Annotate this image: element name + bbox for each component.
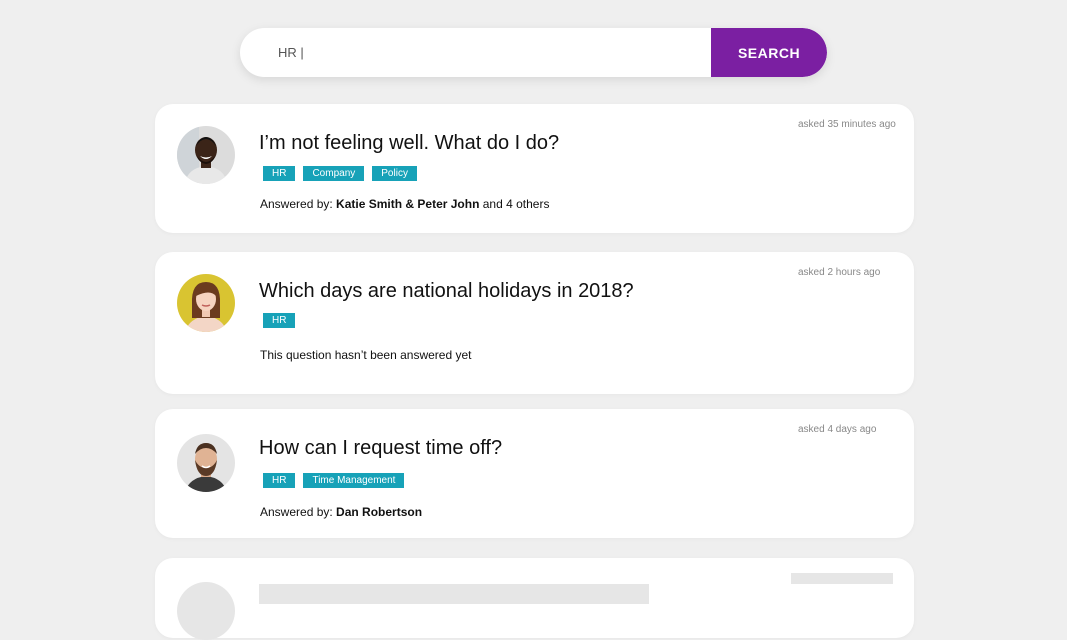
answered-by: Answered by: Katie Smith & Peter John an… <box>260 197 550 211</box>
tag[interactable]: HR <box>263 473 296 488</box>
tag[interactable]: Company <box>303 166 365 181</box>
search-input[interactable] <box>240 28 711 77</box>
placeholder-avatar <box>177 582 235 640</box>
tag-list: HR <box>263 313 296 328</box>
search-bar: SEARCH <box>240 28 827 77</box>
user-avatar <box>177 126 235 184</box>
avatar-man-smiling-icon <box>177 126 235 184</box>
avatar-bearded-man-icon <box>177 434 235 492</box>
user-avatar <box>177 434 235 492</box>
unanswered-notice: This question hasn’t been answered yet <box>260 348 472 362</box>
question-title[interactable]: Which days are national holidays in 2018… <box>259 280 634 303</box>
placeholder-timestamp <box>791 573 893 584</box>
answered-by: Answered by: Dan Robertson <box>260 505 423 519</box>
question-title[interactable]: I’m not feeling well. What do I do? <box>259 132 559 155</box>
tag[interactable]: HR <box>263 166 296 181</box>
question-card[interactable]: How can I request time off? asked 4 days… <box>155 409 914 538</box>
question-title[interactable]: How can I request time off? <box>259 437 502 460</box>
question-card[interactable]: Which days are national holidays in 2018… <box>155 252 914 394</box>
user-avatar <box>177 274 235 332</box>
avatar-woman-icon <box>177 274 235 332</box>
answerer-names: Dan Robertson <box>336 505 423 519</box>
loading-placeholder-card <box>155 558 914 640</box>
tag-list: HR Company Policy <box>263 166 417 181</box>
tag[interactable]: Time Management <box>303 473 405 488</box>
question-timestamp: asked 35 minutes ago <box>798 119 896 130</box>
tag[interactable]: HR <box>263 313 296 328</box>
question-timestamp: asked 4 days ago <box>798 424 877 435</box>
placeholder-title <box>259 584 649 604</box>
search-button[interactable]: SEARCH <box>711 28 827 77</box>
question-card[interactable]: I’m not feeling well. What do I do? aske… <box>155 104 914 233</box>
tag-list: HR Time Management <box>263 473 405 488</box>
question-timestamp: asked 2 hours ago <box>798 267 881 278</box>
answerer-names: Katie Smith & Peter John <box>336 197 480 211</box>
tag[interactable]: Policy <box>372 166 417 181</box>
